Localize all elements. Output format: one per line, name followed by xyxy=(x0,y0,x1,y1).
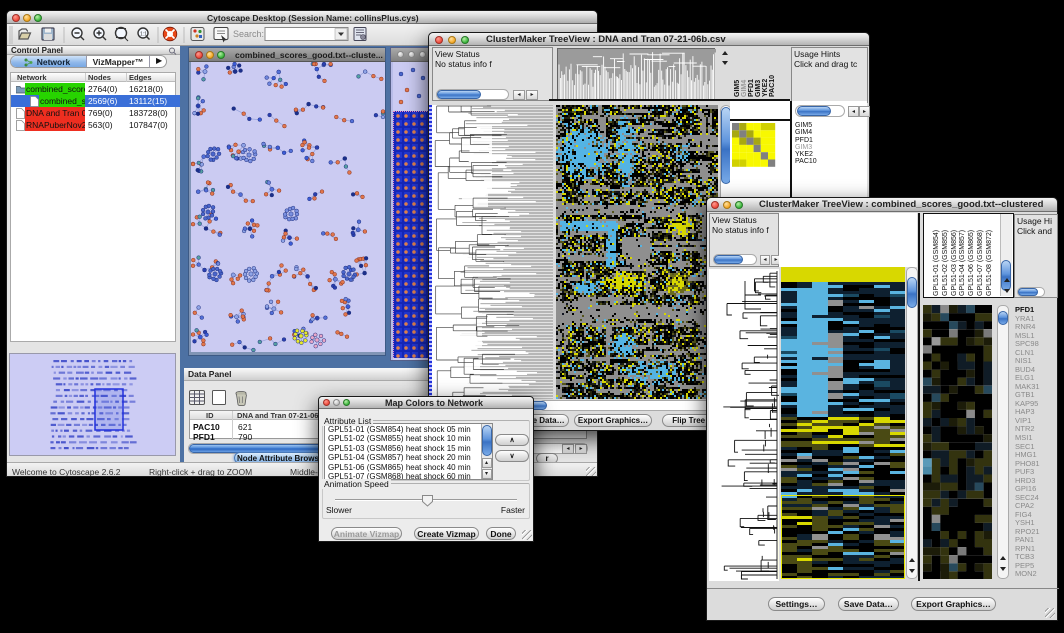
svg-text:1:1: 1:1 xyxy=(140,32,147,38)
svg-text:Search:: Search: xyxy=(233,29,264,39)
